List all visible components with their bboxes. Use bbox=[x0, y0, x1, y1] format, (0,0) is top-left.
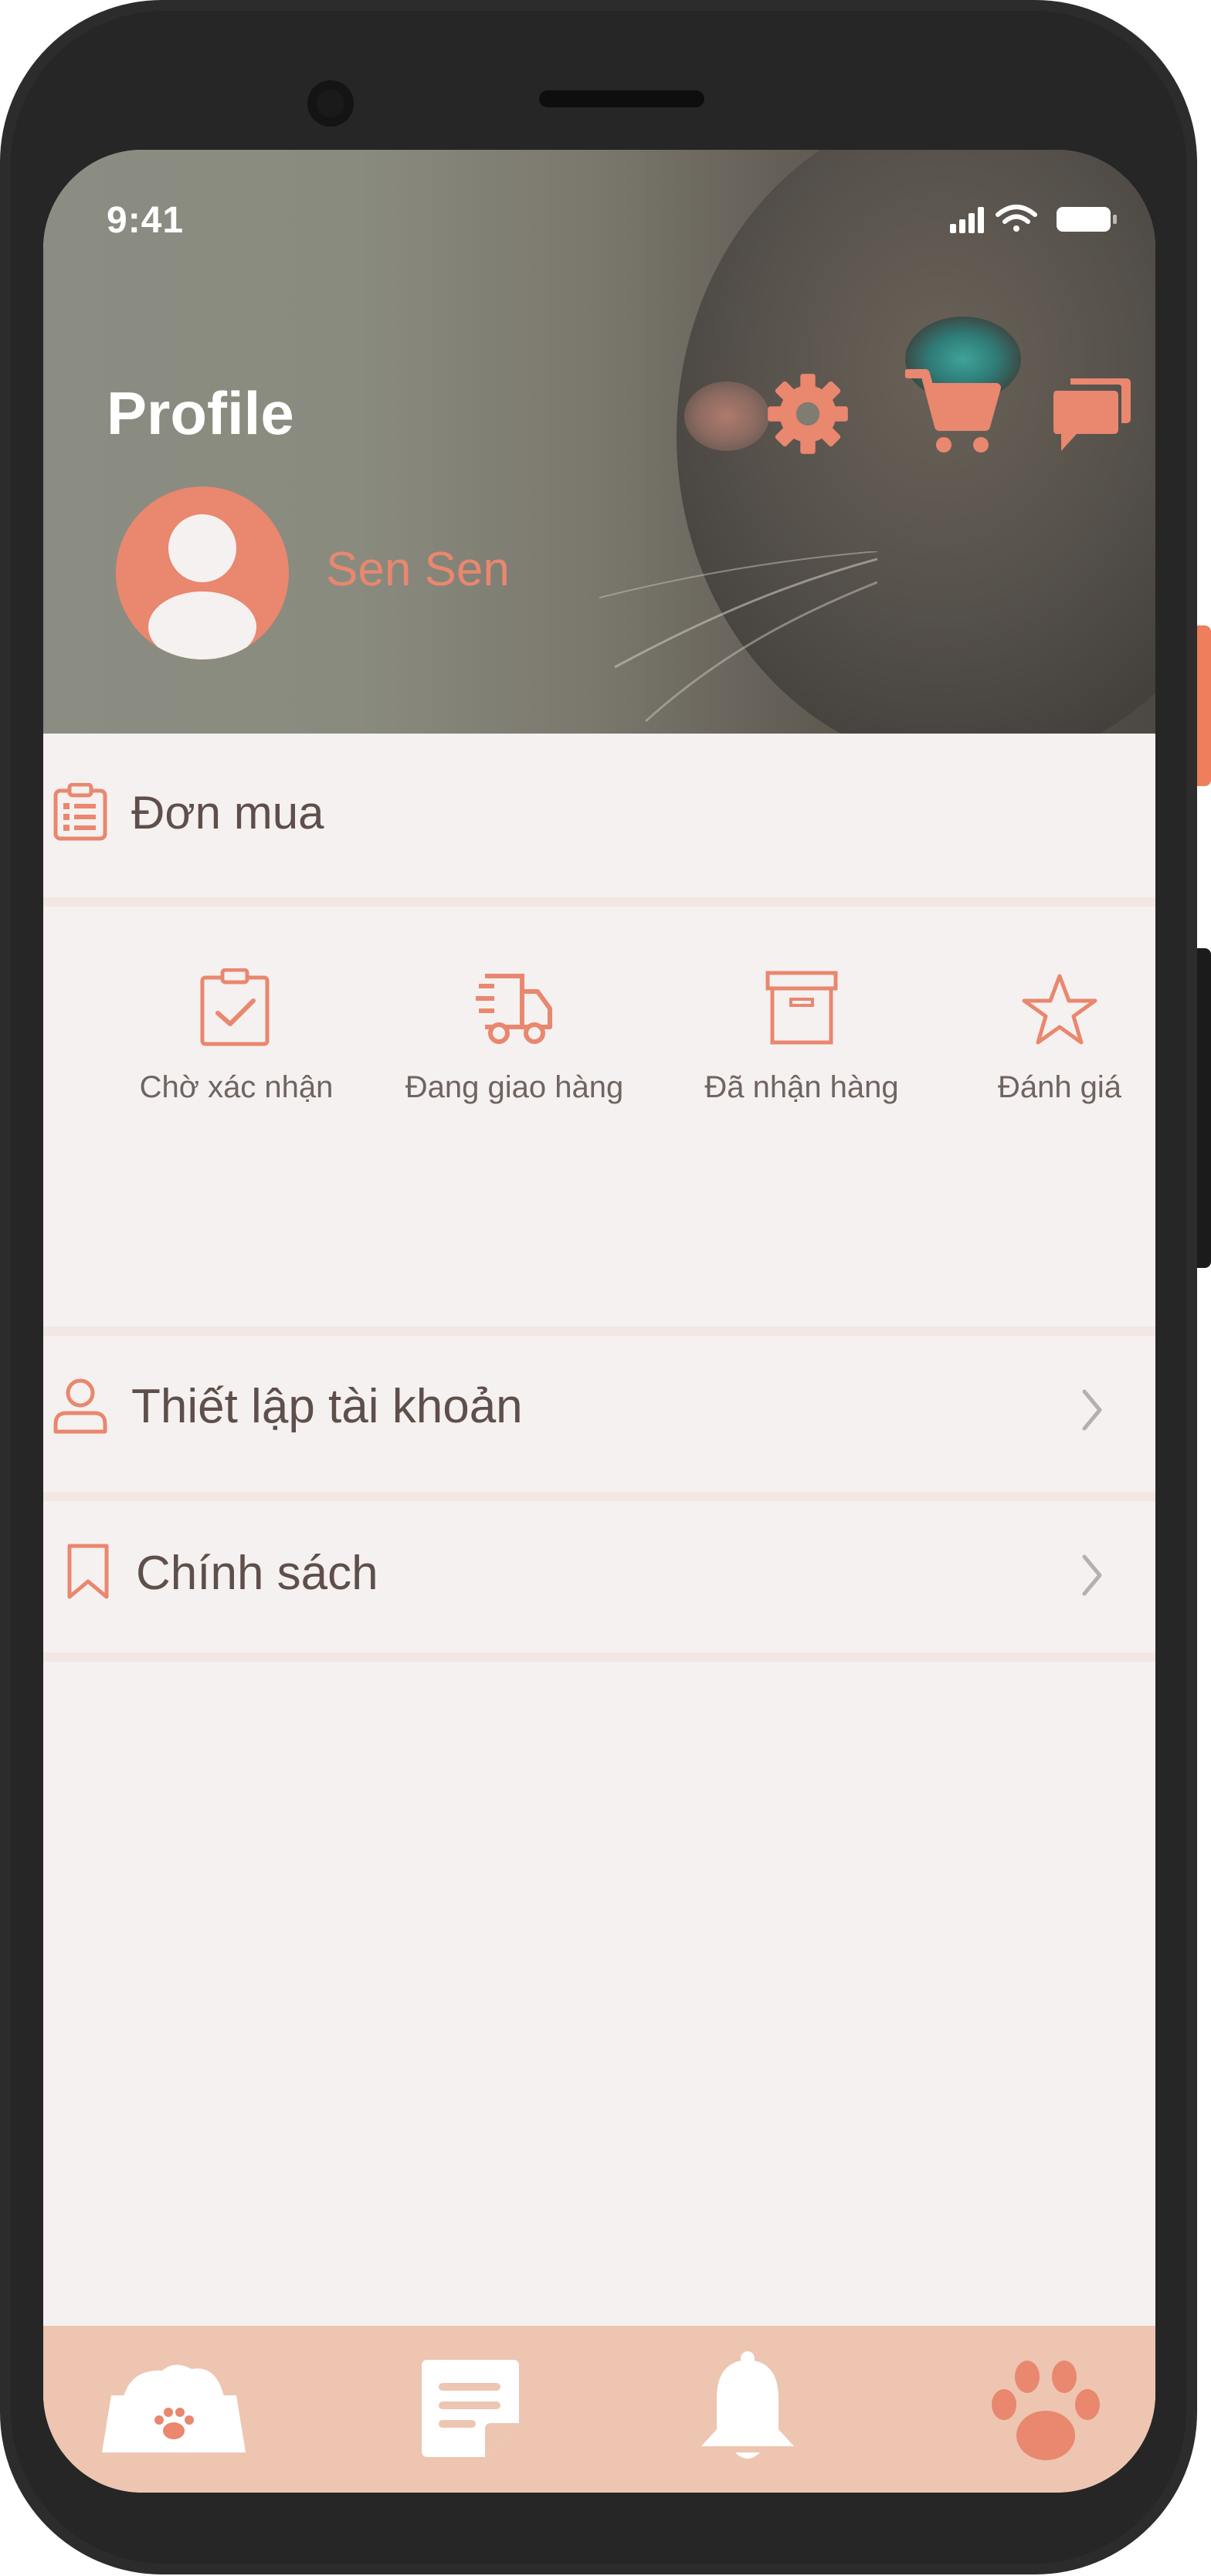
status-label: Chờ xác nhận bbox=[139, 1070, 334, 1104]
avatar[interactable] bbox=[116, 486, 289, 659]
pet-bowl-icon[interactable] bbox=[100, 2357, 247, 2457]
status-review[interactable]: Đánh giá bbox=[975, 968, 1145, 1123]
divider bbox=[43, 1652, 1155, 1662]
page-title: Profile bbox=[107, 379, 294, 447]
paw-icon[interactable] bbox=[990, 2360, 1101, 2463]
wifi-icon bbox=[996, 205, 1037, 232]
menu-item-label: Thiết lập tài khoản bbox=[131, 1380, 523, 1433]
menu-item-account-settings[interactable]: Thiết lập tài khoản bbox=[43, 1336, 1155, 1495]
divider bbox=[43, 1492, 1155, 1501]
star-icon bbox=[1022, 974, 1097, 1045]
phone-frame: 9:41 Profile Sen Sen Đơn mua Chờ xác nhậ… bbox=[0, 0, 1197, 2574]
header-cat-whiskers bbox=[599, 551, 877, 723]
clipboard-list-icon bbox=[53, 783, 107, 841]
bookmark-icon bbox=[67, 1544, 109, 1599]
user-avatar-icon bbox=[148, 514, 256, 659]
chevron-right-icon bbox=[1082, 1389, 1102, 1431]
battery-icon bbox=[1057, 207, 1117, 232]
header-cat-nose bbox=[684, 381, 769, 451]
power-button bbox=[1197, 625, 1211, 786]
user-icon bbox=[53, 1378, 107, 1434]
username: Sen Sen bbox=[326, 543, 510, 596]
status-received[interactable]: Đã nhận hàng bbox=[704, 968, 899, 1123]
status-shipping[interactable]: Đang giao hàng bbox=[405, 968, 623, 1123]
orders-row[interactable]: Đơn mua bbox=[43, 734, 1155, 899]
front-camera bbox=[307, 80, 354, 127]
status-icons bbox=[950, 205, 1117, 233]
status-label: Đang giao hàng bbox=[405, 1070, 624, 1104]
app-screen: 9:41 Profile Sen Sen Đơn mua Chờ xác nhậ… bbox=[43, 150, 1155, 2493]
chevron-right-icon bbox=[1082, 1554, 1102, 1596]
archive-box-icon bbox=[765, 971, 838, 1045]
notes-icon[interactable] bbox=[419, 2357, 522, 2460]
clipboard-check-icon bbox=[200, 968, 270, 1046]
menu-item-policy[interactable]: Chính sách bbox=[43, 1501, 1155, 1656]
chat-icon[interactable] bbox=[1053, 375, 1132, 459]
bottom-nav bbox=[43, 2326, 1155, 2493]
status-label: Đánh giá bbox=[997, 1070, 1122, 1104]
orders-label: Đơn mua bbox=[131, 787, 324, 839]
status-label: Đã nhận hàng bbox=[704, 1070, 899, 1104]
menu-item-label: Chính sách bbox=[136, 1547, 378, 1600]
divider bbox=[43, 1327, 1155, 1336]
delivery-truck-icon bbox=[476, 974, 552, 1044]
status-time: 9:41 bbox=[107, 200, 185, 241]
bell-icon[interactable] bbox=[695, 2349, 800, 2465]
signal-icon bbox=[950, 207, 984, 233]
status-awaiting-confirmation[interactable]: Chờ xác nhận bbox=[140, 968, 333, 1123]
cart-icon[interactable] bbox=[905, 368, 1001, 457]
volume-button bbox=[1197, 948, 1211, 1268]
profile-header: 9:41 Profile Sen Sen bbox=[43, 150, 1155, 734]
gear-icon[interactable] bbox=[766, 372, 850, 456]
divider bbox=[43, 897, 1155, 907]
earpiece-speaker bbox=[539, 90, 704, 107]
order-status-row: Chờ xác nhận Đang giao hàng Đã nhận hàng… bbox=[43, 907, 1155, 1331]
